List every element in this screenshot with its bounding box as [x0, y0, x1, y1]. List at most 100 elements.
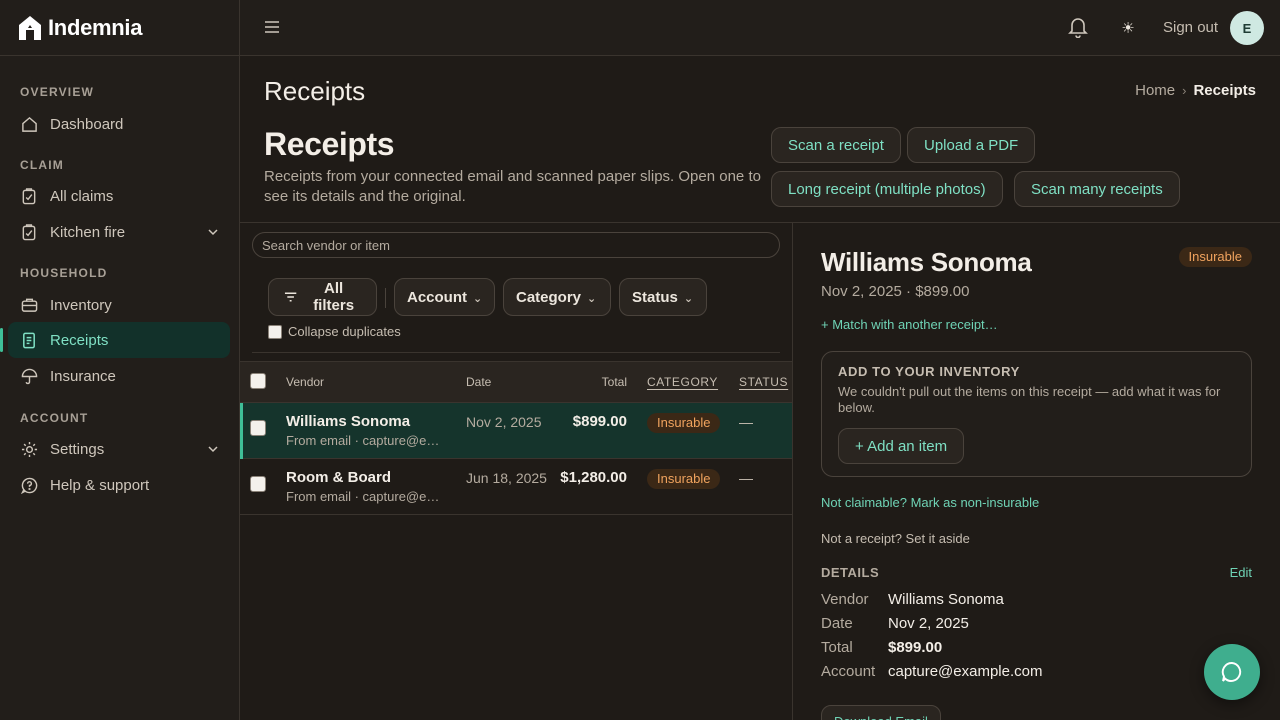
sidebar-item-inventory[interactable]: Inventory	[8, 287, 230, 323]
collapse-duplicates-label: Collapse duplicates	[288, 324, 401, 339]
detail-account-value: capture@example.com	[888, 663, 1043, 680]
nav-section-claim: CLAIM	[20, 158, 64, 172]
category-filter[interactable]: Category ⌄	[503, 278, 611, 316]
status-filter[interactable]: Status ⌄	[619, 278, 707, 316]
sidebar-item-dashboard[interactable]: Dashboard	[8, 106, 230, 142]
column-total[interactable]: Total	[602, 375, 627, 389]
row-vendor: Room & Board	[286, 469, 391, 486]
row-total: $899.00	[572, 413, 627, 430]
sidebar-item-label: Inventory	[50, 296, 112, 314]
scan-many-button[interactable]: Scan many receipts	[1014, 171, 1180, 207]
breadcrumb: Home › Receipts	[1135, 82, 1256, 99]
table-header: Vendor Date Total CATEGORY STATUS	[240, 361, 792, 403]
column-vendor[interactable]: Vendor	[286, 375, 324, 389]
home-icon	[20, 115, 38, 133]
house-logo-icon	[18, 15, 42, 41]
brand[interactable]: Indemnia	[0, 0, 239, 56]
briefcase-icon	[20, 296, 38, 314]
detail-date-label: Date	[821, 615, 853, 632]
page-description: Receipts from your connected email and s…	[264, 168, 761, 205]
sidebar-item-label: Kitchen fire	[50, 223, 126, 241]
breadcrumb-current: Receipts	[1193, 82, 1256, 99]
details-heading: DETAILS	[821, 565, 880, 580]
set-aside-link[interactable]: Not a receipt? Set it aside	[821, 531, 970, 546]
match-receipt-link[interactable]: + Match with another receipt…	[821, 317, 998, 332]
filter-label: Status	[632, 288, 678, 306]
row-checkbox[interactable]	[250, 476, 266, 492]
clipboard-icon	[20, 187, 38, 205]
detail-total-value: $899.00	[888, 639, 943, 656]
chevron-down-icon[interactable]	[206, 442, 220, 456]
clipboard-icon	[20, 223, 38, 241]
sidebar-item-label: Settings	[50, 440, 105, 458]
hamburger-menu-icon[interactable]	[262, 18, 282, 38]
breadcrumb-home[interactable]: Home	[1135, 82, 1175, 99]
table-row[interactable]: Williams Sonoma From email · capture@exa…	[240, 403, 792, 459]
sidebar-item-insurance[interactable]: Insurance	[8, 358, 230, 394]
page-title: Receipts	[264, 126, 395, 162]
sidebar-item-label: Receipts	[50, 331, 109, 349]
sun-icon[interactable]: ☀	[1116, 16, 1140, 40]
inventory-card: ADD TO YOUR INVENTORY We couldn't pull o…	[821, 351, 1252, 477]
table-row[interactable]: Room & Board From email · capture@exampl…	[240, 459, 792, 515]
content-divider	[240, 222, 1280, 223]
sign-out-button[interactable]: Sign out	[1163, 19, 1218, 36]
filter-label: Account	[407, 288, 467, 306]
sidebar-item-help[interactable]: Help & support	[8, 467, 230, 503]
detail-status-badge: Insurable	[1178, 247, 1252, 267]
sidebar-item-kitchen-fire[interactable]: Kitchen fire	[8, 214, 230, 250]
sidebar-item-all-claims[interactable]: All claims	[8, 178, 230, 214]
add-item-button[interactable]: + Add an item	[838, 428, 965, 464]
inventory-heading: ADD TO YOUR INVENTORY	[838, 364, 1020, 379]
page-title-top: Receipts	[264, 76, 366, 106]
pane-divider	[792, 222, 793, 720]
sidebar-item-label: Insurance	[50, 367, 116, 385]
column-status[interactable]: STATUS	[739, 375, 788, 389]
sidebar-item-settings[interactable]: Settings	[8, 431, 230, 467]
filter-label: All filters	[313, 280, 355, 314]
sidebar-item-receipts[interactable]: Receipts	[0, 322, 230, 358]
filter-label: Category	[516, 288, 582, 306]
all-filters-button[interactable]: All filters	[268, 278, 377, 316]
breadcrumb-separator: ›	[1182, 83, 1187, 98]
row-source: From email · capture@example.com	[286, 489, 444, 504]
sidebar-item-label: Help & support	[50, 476, 150, 494]
row-status: —	[739, 414, 753, 430]
column-date[interactable]: Date	[466, 375, 491, 389]
mark-non-insurable-link[interactable]: Not claimable? Mark as non-insurable	[821, 495, 1039, 510]
sidebar: Indemnia OVERVIEW Dashboard CLAIM All cl…	[0, 0, 240, 720]
topbar: ☀ Sign out E	[240, 0, 1280, 56]
upload-pdf-button[interactable]: Upload a PDF	[907, 127, 1036, 163]
edit-details-link[interactable]: Edit	[1230, 565, 1252, 580]
detail-account-label: Account	[821, 663, 876, 680]
collapse-duplicates-toggle[interactable]: Collapse duplicates	[268, 324, 401, 339]
nav-section-account: ACCOUNT	[20, 411, 89, 425]
download-email-button[interactable]: Download Email	[821, 705, 941, 720]
chevron-down-icon: ⌄	[587, 293, 597, 305]
sidebar-item-label: Dashboard	[50, 115, 124, 133]
receipt-icon	[20, 331, 38, 349]
row-vendor: Williams Sonoma	[286, 413, 411, 430]
collapse-duplicates-checkbox[interactable]	[268, 324, 282, 339]
avatar[interactable]: E	[1230, 11, 1264, 45]
detail-date-value: Nov 2, 2025	[888, 615, 969, 632]
sidebar-item-label: All claims	[50, 187, 114, 205]
bell-icon[interactable]	[1066, 16, 1090, 40]
select-all-checkbox[interactable]	[250, 373, 266, 389]
help-chat-icon	[20, 476, 38, 494]
row-date: Nov 2, 2025	[466, 414, 542, 430]
chat-bubble-icon[interactable]	[1204, 644, 1260, 700]
row-checkbox[interactable]	[250, 420, 266, 436]
row-date: Jun 18, 2025	[466, 470, 547, 486]
detail-subtitle: Nov 2, 2025 · $899.00	[821, 283, 970, 300]
brand-name: Indemnia	[48, 14, 143, 40]
column-category[interactable]: CATEGORY	[647, 375, 718, 389]
chevron-down-icon: ⌄	[683, 293, 694, 305]
nav-section-overview: OVERVIEW	[20, 85, 95, 99]
search-input[interactable]	[252, 232, 780, 258]
account-filter[interactable]: Account ⌄	[394, 278, 495, 316]
long-receipt-button[interactable]: Long receipt (multiple photos)	[771, 171, 1003, 207]
chevron-down-icon[interactable]	[206, 225, 220, 239]
chevron-down-icon: ⌄	[473, 293, 483, 305]
scan-receipt-button[interactable]: Scan a receipt	[771, 127, 901, 163]
